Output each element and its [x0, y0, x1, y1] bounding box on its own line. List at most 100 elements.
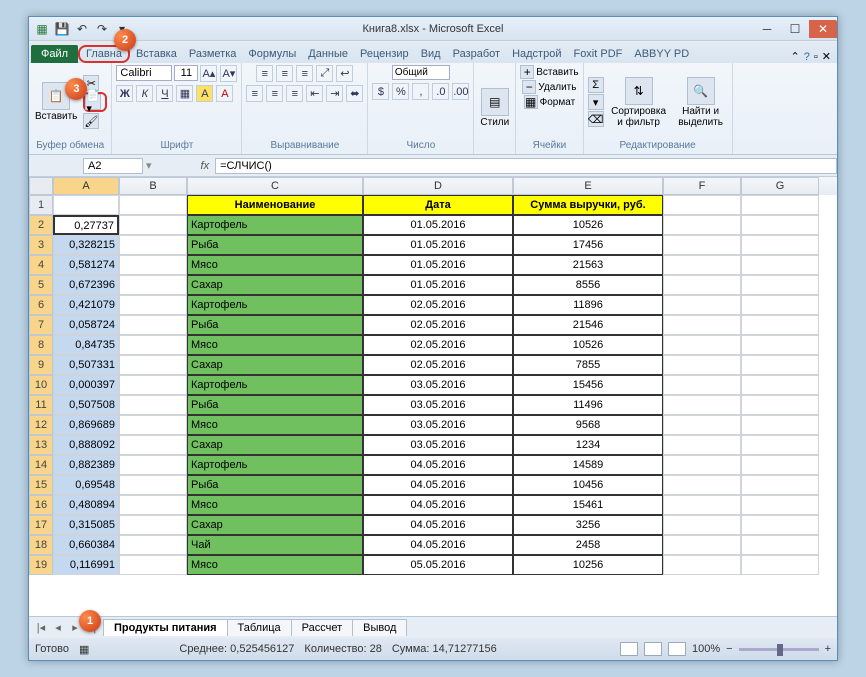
- cell[interactable]: Мясо: [187, 335, 363, 355]
- select-all-corner[interactable]: [29, 177, 53, 195]
- header-cell[interactable]: Дата: [363, 195, 513, 215]
- orientation-icon[interactable]: ⤢: [316, 65, 333, 82]
- cell[interactable]: [663, 255, 741, 275]
- cell[interactable]: 04.05.2016: [363, 455, 513, 475]
- fill-color-icon[interactable]: A: [196, 85, 213, 102]
- cell[interactable]: [119, 455, 187, 475]
- cell[interactable]: 14589: [513, 455, 663, 475]
- cell[interactable]: [663, 275, 741, 295]
- font-color-icon[interactable]: A: [216, 85, 233, 102]
- cell[interactable]: 11496: [513, 395, 663, 415]
- cell[interactable]: [741, 455, 819, 475]
- header-cell[interactable]: Наименование: [187, 195, 363, 215]
- cell[interactable]: Мясо: [187, 555, 363, 575]
- row-header[interactable]: 8: [29, 335, 53, 355]
- cell[interactable]: Картофель: [187, 295, 363, 315]
- cell[interactable]: [119, 555, 187, 575]
- cell[interactable]: Мясо: [187, 495, 363, 515]
- row-header[interactable]: 17: [29, 515, 53, 535]
- cell[interactable]: 0,581274: [53, 255, 119, 275]
- cell[interactable]: 3256: [513, 515, 663, 535]
- cell[interactable]: Чай: [187, 535, 363, 555]
- fx-icon[interactable]: fx: [195, 160, 216, 172]
- row-header[interactable]: 6: [29, 295, 53, 315]
- col-header-d[interactable]: D: [363, 177, 513, 195]
- tab-layout[interactable]: Разметка: [183, 45, 243, 63]
- cell[interactable]: [741, 355, 819, 375]
- tab-formulas[interactable]: Формулы: [242, 45, 302, 63]
- cell[interactable]: [741, 235, 819, 255]
- close-button[interactable]: ✕: [809, 20, 837, 38]
- cell[interactable]: Рыба: [187, 395, 363, 415]
- view-break-icon[interactable]: [668, 642, 686, 656]
- cell[interactable]: [741, 195, 819, 215]
- font-name-input[interactable]: [116, 65, 172, 81]
- tab-foxit[interactable]: Foxit PDF: [567, 45, 628, 63]
- help-icon[interactable]: ?: [804, 51, 810, 63]
- cell[interactable]: 0,672396: [53, 275, 119, 295]
- cell[interactable]: Мясо: [187, 415, 363, 435]
- cell[interactable]: 10526: [513, 215, 663, 235]
- cell[interactable]: [663, 515, 741, 535]
- number-format-select[interactable]: [392, 65, 450, 80]
- cell[interactable]: Рыба: [187, 475, 363, 495]
- col-header-e[interactable]: E: [513, 177, 663, 195]
- row-header[interactable]: 3: [29, 235, 53, 255]
- restore-icon[interactable]: ▫: [814, 51, 818, 63]
- cell[interactable]: [663, 395, 741, 415]
- row-header[interactable]: 11: [29, 395, 53, 415]
- sheet-tab-3[interactable]: Рассчет: [291, 619, 354, 636]
- format-painter-icon[interactable]: 🖌: [83, 113, 99, 129]
- row-header[interactable]: 13: [29, 435, 53, 455]
- dec-decimal-icon[interactable]: .00: [452, 83, 469, 100]
- percent-icon[interactable]: %: [392, 83, 409, 100]
- inc-decimal-icon[interactable]: .0: [432, 83, 449, 100]
- cell[interactable]: 02.05.2016: [363, 335, 513, 355]
- cell[interactable]: Картофель: [187, 455, 363, 475]
- fill-icon[interactable]: ▾: [588, 94, 604, 110]
- cell[interactable]: [119, 475, 187, 495]
- maximize-button[interactable]: ☐: [781, 20, 809, 38]
- align-right-icon[interactable]: ≡: [286, 85, 303, 102]
- tab-home[interactable]: Главна 2: [78, 45, 130, 63]
- view-normal-icon[interactable]: [620, 642, 638, 656]
- align-bot-icon[interactable]: ≡: [296, 65, 313, 82]
- cell[interactable]: Сахар: [187, 435, 363, 455]
- wrap-icon[interactable]: ↩: [336, 65, 353, 82]
- cell[interactable]: [663, 555, 741, 575]
- cell[interactable]: [119, 335, 187, 355]
- cell[interactable]: [119, 195, 187, 215]
- cell[interactable]: 0,116991: [53, 555, 119, 575]
- clear-icon[interactable]: ⌫: [588, 111, 604, 127]
- zoom-slider[interactable]: [739, 648, 819, 651]
- align-left-icon[interactable]: ≡: [246, 85, 263, 102]
- cell[interactable]: [741, 335, 819, 355]
- cell[interactable]: 0,000397: [53, 375, 119, 395]
- row-header[interactable]: 5: [29, 275, 53, 295]
- cell[interactable]: [741, 555, 819, 575]
- cell[interactable]: [663, 415, 741, 435]
- row-header[interactable]: 2: [29, 215, 53, 235]
- format-cells-icon[interactable]: ▦: [524, 95, 538, 109]
- cell[interactable]: 0,328215: [53, 235, 119, 255]
- cell[interactable]: 0,869689: [53, 415, 119, 435]
- cell[interactable]: [663, 295, 741, 315]
- cell[interactable]: [663, 215, 741, 235]
- formula-input[interactable]: [215, 158, 837, 174]
- cell[interactable]: 9568: [513, 415, 663, 435]
- tab-file[interactable]: Файл: [31, 45, 78, 63]
- delete-cells-label[interactable]: Удалить: [538, 82, 576, 93]
- cell[interactable]: 03.05.2016: [363, 415, 513, 435]
- zoom-thumb[interactable]: [777, 644, 783, 656]
- col-header-f[interactable]: F: [663, 177, 741, 195]
- cell[interactable]: 0,888092: [53, 435, 119, 455]
- tab-review[interactable]: Рецензир: [354, 45, 415, 63]
- cell[interactable]: Сахар: [187, 355, 363, 375]
- cell[interactable]: [119, 215, 187, 235]
- cell[interactable]: 0,882389: [53, 455, 119, 475]
- cell[interactable]: [741, 315, 819, 335]
- cell[interactable]: 04.05.2016: [363, 515, 513, 535]
- cell[interactable]: [663, 435, 741, 455]
- cell[interactable]: 01.05.2016: [363, 275, 513, 295]
- grow-font-icon[interactable]: A▴: [200, 65, 217, 82]
